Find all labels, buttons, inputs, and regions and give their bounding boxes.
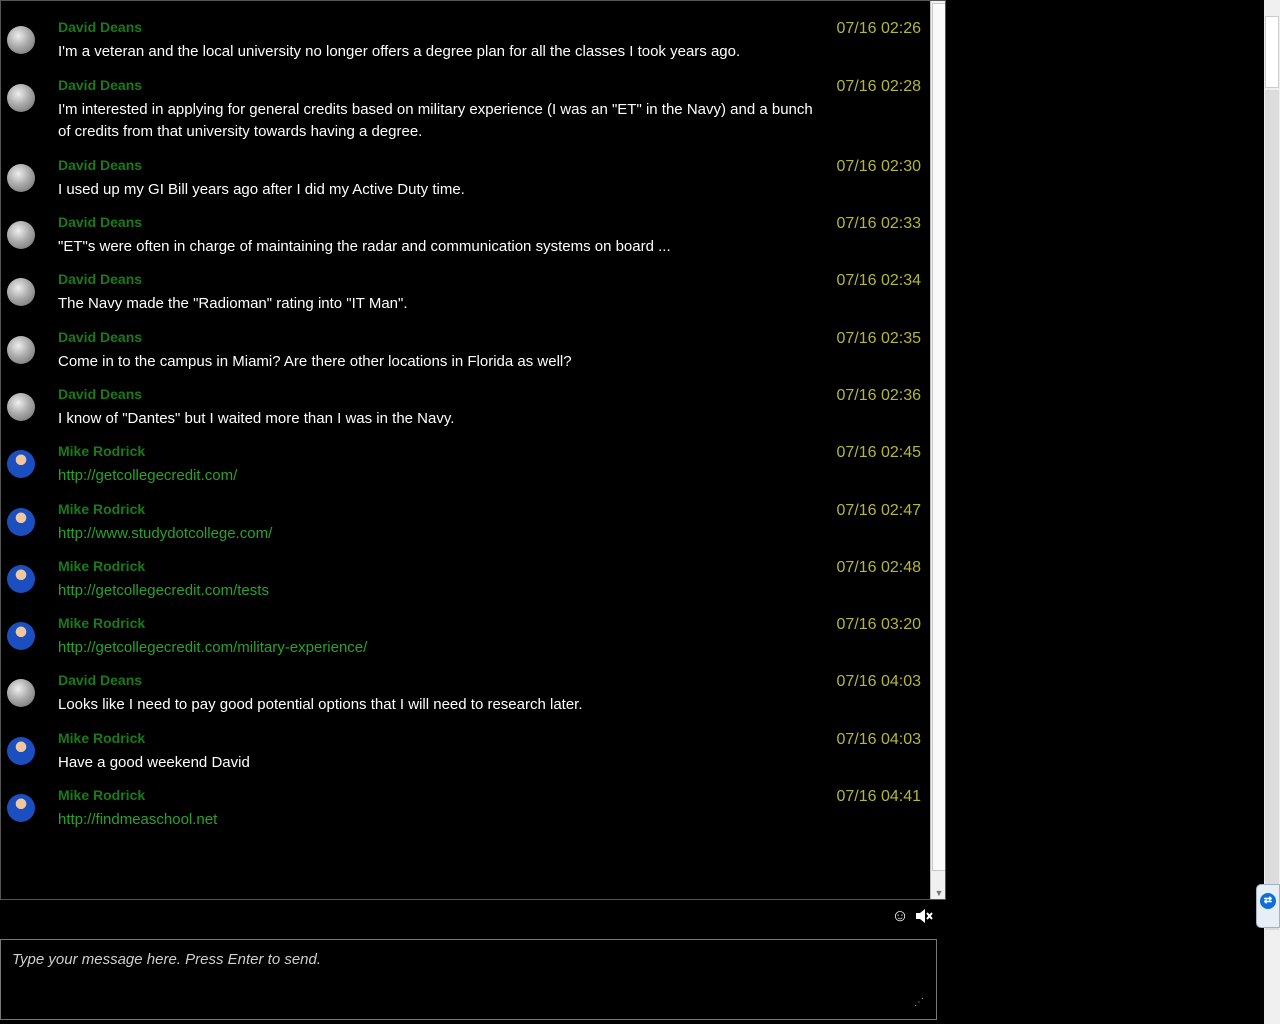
chat-message: David Deans 07/16 02:36 I know of "Dantes"… <box>1 386 931 443</box>
message-text: Looks like I need to pay good potential … <box>58 696 583 713</box>
chat-message: David Deans 07/16 02:33 "ET"s were often i… <box>1 214 931 271</box>
message-timestamp: 07/16 04:41 <box>836 788 921 805</box>
message-timestamp: 07/16 02:26 <box>836 20 921 37</box>
resize-grip-icon[interactable]: ⋰ <box>914 997 924 1008</box>
message-timestamp: 07/16 02:48 <box>836 559 921 576</box>
message-author: David Deans <box>58 672 143 688</box>
message-timestamp: 07/16 02:47 <box>836 502 921 519</box>
message-author: Mike Rodrick <box>58 443 146 459</box>
remote-support-widget[interactable]: ⇄ <box>1256 884 1280 928</box>
message-timestamp: 07/16 03:20 <box>836 616 921 633</box>
avatar <box>7 336 35 364</box>
message-author: Mike Rodrick <box>58 501 146 517</box>
avatar <box>7 622 35 650</box>
chat-message: Mike Rodrick 07/16 02:47 http://www.studyd… <box>1 501 931 558</box>
message-text: I'm a veteran and the local university n… <box>58 43 741 60</box>
chat-message: David Deans 07/16 02:35 Come in to the cam… <box>1 329 931 386</box>
chat-message: David Deans 07/16 04:03 Looks like I need … <box>1 672 931 729</box>
message-author: David Deans <box>58 214 143 230</box>
message-text: "ET"s were often in charge of maintainin… <box>58 238 671 255</box>
page-scroll-track[interactable] <box>1265 90 1279 930</box>
avatar <box>7 794 35 822</box>
message-link[interactable]: http://www.studydotcollege.com/ <box>58 523 818 545</box>
message-text: I used up my GI Bill years ago after I d… <box>58 181 465 198</box>
message-author: David Deans <box>58 157 143 173</box>
chat-message: Mike Rodrick 07/16 04:41 http://findmeasch… <box>1 787 931 844</box>
message-timestamp: 07/16 04:03 <box>836 731 921 748</box>
message-text: I know of "Dantes" but I waited more tha… <box>58 410 455 427</box>
chat-message: David Deans 07/16 02:30 I used up my GI Bi… <box>1 157 931 214</box>
message-timestamp: 07/16 02:30 <box>836 158 921 175</box>
message-text: I'm interested in applying for general c… <box>58 101 813 140</box>
message-link[interactable]: http://getcollegecredit.com/ <box>58 465 818 487</box>
message-input[interactable] <box>0 939 937 1020</box>
message-timestamp: 07/16 02:35 <box>836 330 921 347</box>
chat-scrollbar[interactable]: ▼ <box>930 1 945 899</box>
message-timestamp: 07/16 04:03 <box>836 673 921 690</box>
chat-message: David Deans 07/16 02:26 I'm a veteran and … <box>1 19 931 76</box>
message-text: The Navy made the "Radioman" rating into… <box>58 295 408 312</box>
chat-message: Mike Rodrick 07/16 03:20 http://getcollege… <box>1 615 931 672</box>
teamviewer-icon: ⇄ <box>1260 893 1276 909</box>
message-text: Have a good weekend David <box>58 754 250 771</box>
page-scrollbar[interactable] <box>1264 0 1280 1024</box>
avatar <box>7 84 35 112</box>
avatar <box>7 679 35 707</box>
speaker-muted-icon[interactable] <box>914 908 934 926</box>
chat-scroll-thumb[interactable] <box>932 3 945 871</box>
scroll-down-arrow-icon[interactable]: ▼ <box>932 886 945 899</box>
message-author: David Deans <box>58 77 143 93</box>
message-author: Mike Rodrick <box>58 787 146 803</box>
message-link[interactable]: http://getcollegecredit.com/tests <box>58 580 818 602</box>
avatar <box>7 565 35 593</box>
avatar <box>7 737 35 765</box>
chat-message: David Deans 07/16 02:28 I'm interested in … <box>1 77 931 140</box>
message-link[interactable]: http://findmeaschool.net <box>58 809 818 831</box>
avatar <box>7 393 35 421</box>
page-scroll-thumb[interactable] <box>1265 16 1279 88</box>
message-author: Mike Rodrick <box>58 615 146 631</box>
avatar <box>7 164 35 192</box>
message-timestamp: 07/16 02:28 <box>836 78 921 95</box>
message-author: David Deans <box>58 271 143 287</box>
avatar <box>7 221 35 249</box>
message-author: David Deans <box>58 329 143 345</box>
message-author: David Deans <box>58 19 143 35</box>
message-author: Mike Rodrick <box>58 558 146 574</box>
message-timestamp: 07/16 02:33 <box>836 215 921 232</box>
chat-messages-panel[interactable]: David Deans 07/16 02:26 I'm a veteran and … <box>0 0 946 900</box>
message-timestamp: 07/16 02:45 <box>836 444 921 461</box>
chat-message: Mike Rodrick 07/16 04:03 Have a good weeke… <box>1 730 931 787</box>
smiley-icon[interactable]: ☺ <box>891 907 909 925</box>
chat-message: Mike Rodrick 07/16 02:48 http://getcollege… <box>1 558 931 615</box>
avatar <box>7 508 35 536</box>
avatar <box>7 26 35 54</box>
message-text: Come in to the campus in Miami? Are ther… <box>58 353 572 370</box>
avatar <box>7 278 35 306</box>
chat-message: David Deans 07/16 02:34 The Navy made the … <box>1 271 931 328</box>
message-author: David Deans <box>58 386 143 402</box>
message-link[interactable]: http://getcollegecredit.com/military-exp… <box>58 637 818 659</box>
message-timestamp: 07/16 02:34 <box>836 272 921 289</box>
chat-message: Mike Rodrick 07/16 02:45 http://getcollege… <box>1 443 931 500</box>
message-author: Mike Rodrick <box>58 730 146 746</box>
avatar <box>7 450 35 478</box>
message-timestamp: 07/16 02:36 <box>836 387 921 404</box>
